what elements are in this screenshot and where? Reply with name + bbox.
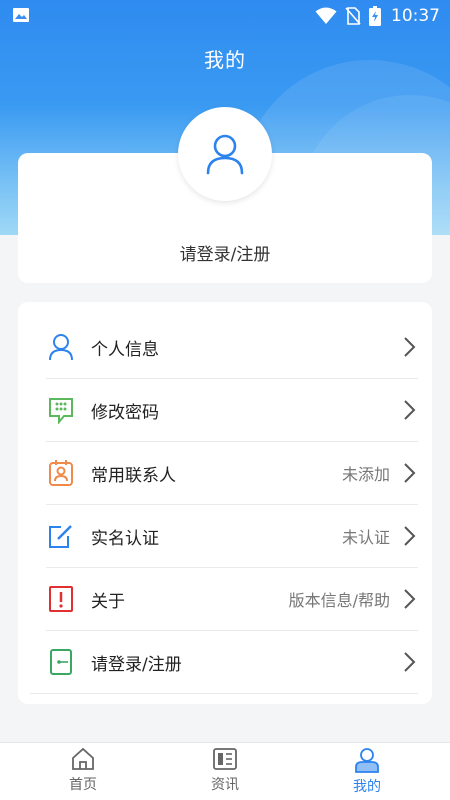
tab-news[interactable]: 资讯: [150, 743, 300, 800]
tab-label: 资讯: [211, 777, 239, 793]
person-icon: [46, 332, 76, 362]
menu-item-label: 常用联系人: [91, 465, 176, 486]
chevron-right-icon: [404, 337, 416, 357]
tab-profile[interactable]: 我的: [292, 743, 442, 800]
profile-icon: [355, 748, 379, 773]
chevron-right-icon: [404, 526, 416, 546]
menu-item-label: 关于: [91, 591, 125, 612]
status-bar: 10:37: [0, 0, 450, 32]
user-avatar-icon: [206, 134, 244, 175]
image-notification-icon: [13, 8, 29, 22]
password-icon: [46, 395, 76, 425]
status-time: 10:37: [391, 6, 440, 26]
menu-item-about[interactable]: 关于 版本信息/帮助: [46, 568, 418, 631]
menu-item-label: 实名认证: [91, 528, 159, 549]
contact-card-icon: [46, 458, 76, 488]
tab-label: 我的: [353, 779, 381, 795]
chevron-right-icon: [404, 400, 416, 420]
menu-item-value: 版本信息/帮助: [288, 591, 390, 610]
chevron-right-icon: [404, 463, 416, 483]
home-icon: [72, 747, 94, 770]
tab-label: 首页: [69, 777, 97, 793]
menu-item-label: 个人信息: [91, 339, 159, 360]
menu-item-login-register[interactable]: 请登录/注册: [30, 631, 418, 694]
wifi-icon: [315, 7, 337, 24]
menu-item-real-name-verification[interactable]: 实名认证 未认证: [46, 505, 418, 568]
news-icon: [213, 748, 237, 770]
login-door-icon: [46, 647, 76, 677]
avatar[interactable]: [178, 107, 272, 201]
chevron-right-icon: [404, 652, 416, 672]
menu-item-change-password[interactable]: 修改密码: [46, 379, 418, 442]
battery-charging-icon: [369, 6, 381, 26]
info-alert-icon: [46, 584, 76, 614]
chevron-right-icon: [404, 589, 416, 609]
menu-item-label: 请登录/注册: [91, 654, 182, 675]
menu-item-value: 未添加: [341, 465, 390, 484]
login-register-link[interactable]: 请登录/注册: [18, 240, 432, 265]
no-sim-icon: [345, 7, 361, 25]
page-title: 我的: [204, 48, 246, 72]
menu-item-value: 未认证: [341, 528, 390, 547]
edit-verify-icon: [46, 521, 76, 551]
menu-item-contacts[interactable]: 常用联系人 未添加: [46, 442, 418, 505]
bottom-tab-bar: 首页 资讯 我的: [0, 742, 450, 800]
settings-menu: 个人信息 修改密码 常用联系人 未添加 实名认证 未认证 关于 版本信息/帮助 …: [18, 302, 432, 704]
tab-home[interactable]: 首页: [8, 743, 158, 800]
menu-item-label: 修改密码: [91, 402, 159, 423]
menu-item-personal-info[interactable]: 个人信息: [46, 316, 418, 379]
